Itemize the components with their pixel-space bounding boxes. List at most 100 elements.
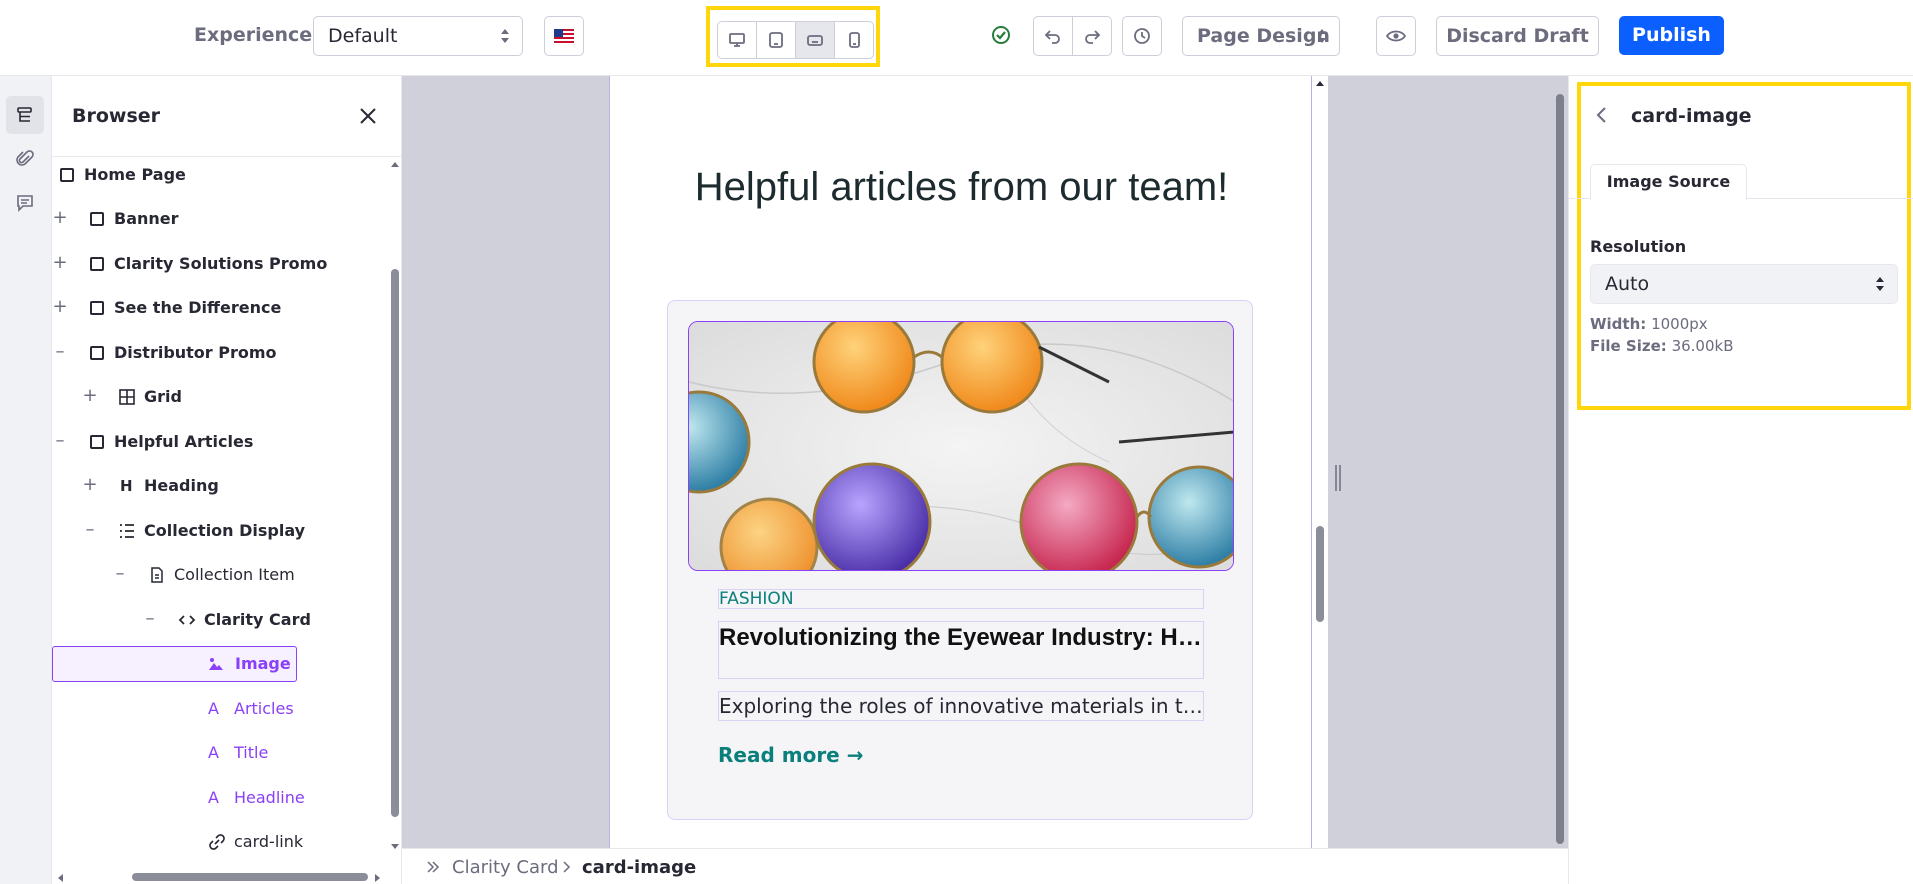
- tree-horizontal-scrollbar[interactable]: [52, 870, 388, 884]
- card-category[interactable]: FASHION: [718, 589, 1204, 609]
- scrollbar-thumb[interactable]: [132, 873, 368, 881]
- scrollbar-thumb[interactable]: [391, 269, 399, 817]
- document-icon: [151, 567, 163, 583]
- comments-tab-button[interactable]: [6, 184, 44, 222]
- resolution-select[interactable]: Auto: [1590, 264, 1898, 304]
- tree-item[interactable]: – Helpful Articles: [52, 424, 382, 460]
- discard-draft-button[interactable]: Discard Draft: [1436, 16, 1599, 56]
- tree-item[interactable]: – Collection Display: [52, 513, 382, 549]
- collapse-icon[interactable]: –: [82, 521, 98, 539]
- tree-item[interactable]: A Articles: [52, 691, 382, 727]
- page-vertical-scrollbar[interactable]: [1312, 76, 1328, 848]
- image-filesize-info: File Size: 36.00kB: [1590, 337, 1733, 355]
- tree-item-label: Home Page: [84, 165, 186, 184]
- scroll-down-icon[interactable]: [390, 843, 400, 851]
- section-heading[interactable]: Helpful articles from our team!: [610, 162, 1313, 212]
- tab-image-source[interactable]: Image Source: [1590, 164, 1747, 200]
- breadcrumb-item[interactable]: Clarity Card: [452, 857, 559, 878]
- portrait-phone-icon: [849, 32, 860, 48]
- tree-item[interactable]: + Grid: [52, 379, 382, 415]
- device-landscape-phone-button[interactable]: [795, 21, 835, 59]
- device-tablet-button[interactable]: [756, 21, 796, 59]
- card-image[interactable]: [688, 321, 1234, 571]
- tree-item[interactable]: – Clarity Card: [52, 602, 382, 638]
- scrollbar-thumb[interactable]: [1556, 94, 1564, 844]
- collapse-icon[interactable]: –: [112, 565, 128, 583]
- tree-item[interactable]: + H Heading: [52, 468, 382, 504]
- tree-item[interactable]: – Collection Item: [52, 557, 382, 593]
- tree-item-label: Banner: [114, 209, 179, 228]
- tree-item[interactable]: A Title: [52, 735, 382, 771]
- width-value: 1000px: [1651, 315, 1708, 333]
- heading-icon: H: [120, 477, 133, 495]
- list-icon: [120, 524, 134, 538]
- expand-icon[interactable]: +: [52, 209, 68, 227]
- top-toolbar: Experience Default Page Design Discard D…: [0, 0, 1913, 76]
- select-arrows-icon: [501, 29, 509, 43]
- item-configuration-panel: card-image Image Source Resolution Auto …: [1568, 76, 1913, 884]
- tree-item[interactable]: + Clarity Solutions Promo: [52, 246, 382, 282]
- tree-item-label: Title: [234, 743, 269, 762]
- card-description[interactable]: Exploring the roles of innovative materi…: [718, 691, 1204, 721]
- text-icon: A: [208, 788, 219, 807]
- close-icon[interactable]: [358, 106, 378, 126]
- landscape-phone-icon: [807, 35, 823, 46]
- card-title[interactable]: Revolutionizing the Eyewear Industry: Ho…: [718, 621, 1204, 679]
- expand-icon[interactable]: +: [52, 298, 68, 316]
- page-tree-items: Home Page + Banner + Clarity Solutions P…: [52, 157, 388, 855]
- tree-item[interactable]: – Distributor Promo: [52, 335, 382, 371]
- tree-item[interactable]: + See the Difference: [52, 290, 382, 326]
- scrollbar-thumb[interactable]: [1316, 526, 1324, 622]
- device-portrait-phone-button[interactable]: [834, 21, 874, 59]
- undo-icon: [1044, 30, 1060, 44]
- tree-vertical-scrollbar[interactable]: [388, 157, 402, 857]
- width-label: Width:: [1590, 315, 1647, 333]
- experience-select[interactable]: Default: [313, 16, 523, 56]
- tree-item[interactable]: + Banner: [52, 201, 382, 237]
- publish-button[interactable]: Publish: [1619, 16, 1724, 55]
- fragment-icon: [90, 210, 108, 228]
- fragment-icon: [90, 299, 108, 317]
- collapse-icon[interactable]: –: [52, 343, 68, 361]
- expand-icon[interactable]: +: [82, 387, 98, 405]
- us-flag-icon: [554, 29, 574, 43]
- undo-button[interactable]: [1033, 16, 1073, 56]
- expand-icon[interactable]: +: [82, 476, 98, 494]
- mappings-tab-button[interactable]: [6, 140, 44, 178]
- collapse-icon[interactable]: –: [52, 432, 68, 450]
- tree-item-label: Headline: [234, 788, 305, 807]
- sunglasses-image: [689, 322, 1233, 570]
- preview-button[interactable]: [1376, 16, 1416, 56]
- expand-icon[interactable]: +: [52, 254, 68, 272]
- text-icon: A: [208, 699, 219, 718]
- sidebar-rail: [0, 76, 52, 884]
- comments-icon: [17, 195, 33, 212]
- tree-item[interactable]: Home Page: [52, 157, 382, 193]
- double-chevron-right-icon[interactable]: [426, 860, 440, 874]
- scroll-up-icon[interactable]: [390, 160, 400, 168]
- browser-tab-button[interactable]: [6, 96, 44, 134]
- fragment-icon: [90, 255, 108, 273]
- resize-handle-icon[interactable]: [1334, 465, 1342, 491]
- chevron-left-icon[interactable]: [1595, 106, 1609, 124]
- tree-item-selected[interactable]: Image: [52, 646, 297, 682]
- mode-select[interactable]: Page Design: [1182, 16, 1340, 56]
- device-desktop-button[interactable]: [717, 21, 757, 59]
- collapse-icon[interactable]: –: [142, 610, 158, 628]
- scroll-up-icon[interactable]: [1315, 79, 1325, 87]
- history-button[interactable]: [1122, 16, 1162, 56]
- scroll-left-icon[interactable]: [56, 873, 64, 883]
- tree-item[interactable]: card-link: [52, 824, 382, 855]
- breadcrumb-current: card-image: [582, 857, 697, 878]
- scroll-right-icon[interactable]: [374, 873, 382, 883]
- canvas-vertical-scrollbar[interactable]: [1554, 76, 1568, 848]
- card-read-more-link[interactable]: Read more →: [718, 743, 863, 767]
- tree-item-label: Articles: [234, 699, 294, 718]
- redo-button[interactable]: [1072, 16, 1112, 56]
- browser-panel-title: Browser: [72, 105, 161, 127]
- article-card[interactable]: FASHION Revolutionizing the Eyewear Indu…: [667, 300, 1253, 820]
- fragment-icon: [60, 166, 78, 184]
- tree-item[interactable]: A Headline: [52, 780, 382, 816]
- eye-icon: [1386, 30, 1406, 42]
- language-selector-button[interactable]: [544, 16, 584, 56]
